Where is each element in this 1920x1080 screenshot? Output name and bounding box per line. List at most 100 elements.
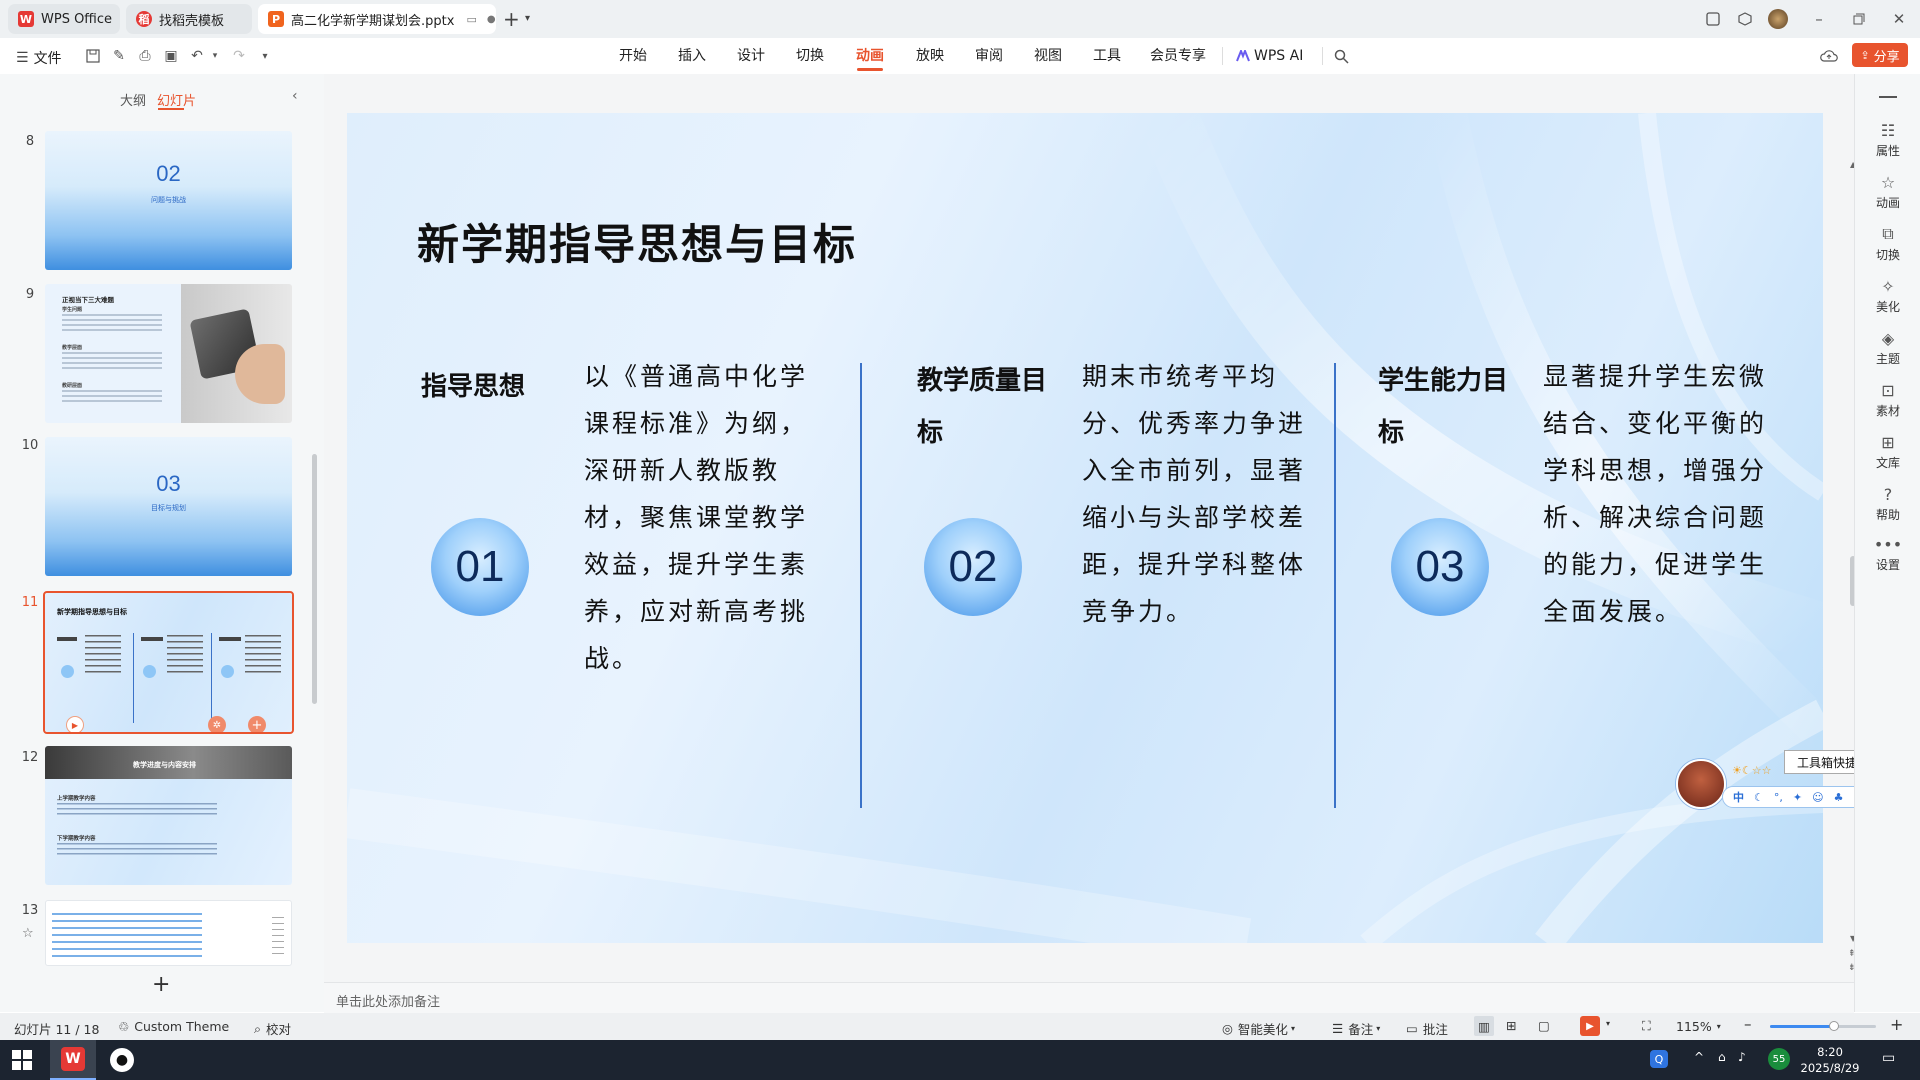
slide-thumbnail-9[interactable]: 正视当下三大难题 学生问题 教学层面 教研层面 xyxy=(45,284,292,423)
chevron-down-icon[interactable]: ▾ xyxy=(1606,1019,1610,1028)
cube-icon[interactable] xyxy=(1734,8,1756,30)
panel-scrollbar[interactable] xyxy=(312,454,317,704)
column-heading-3[interactable]: 学生能力目标 xyxy=(1378,355,1528,459)
column-body-2[interactable]: 期末市统考平均分、优秀率力争进入全市前列，显著缩小与头部学校差距，提升学科整体竞… xyxy=(1082,353,1310,635)
sidebar-item-properties[interactable]: ☷ 属性 xyxy=(1855,120,1920,159)
tray-app-icon[interactable]: Q xyxy=(1650,1050,1668,1068)
tab-home[interactable]: 开始 xyxy=(619,48,647,64)
network-icon[interactable]: ⌂ xyxy=(1718,1050,1726,1064)
tab-wps-ai[interactable]: WPS AI xyxy=(1254,48,1303,64)
search-icon[interactable] xyxy=(1332,47,1350,65)
slide-thumbnail-13[interactable] xyxy=(45,900,292,966)
tab-document[interactable]: P 高二化学新学期谋划会.pptx ▭ ● xyxy=(258,4,496,34)
theme-indicator[interactable]: ♲ Custom Theme xyxy=(118,1019,229,1034)
tab-slideshow[interactable]: 放映 xyxy=(916,48,944,64)
zoom-slider-thumb[interactable] xyxy=(1828,1021,1839,1031)
save-icon[interactable] xyxy=(84,47,102,65)
tab-list-chevron-icon[interactable]: ▾ xyxy=(525,13,530,24)
zoom-level[interactable]: 115% ▾ xyxy=(1676,1019,1721,1034)
column-heading-2[interactable]: 教学质量目标 xyxy=(917,355,1067,459)
slide-thumbnail-10[interactable]: 03 目标与规划 xyxy=(45,437,292,576)
temperature-badge[interactable]: 55 xyxy=(1768,1048,1790,1070)
sidebar-item-settings[interactable]: ••• 设置 xyxy=(1855,534,1920,573)
normal-view-icon[interactable]: ▥ xyxy=(1474,1016,1494,1036)
undo-chevron-icon[interactable]: ▾ xyxy=(206,47,224,65)
smart-beautify-button[interactable]: ◎ 智能美化 ▾ xyxy=(1222,1019,1295,1038)
cloud-upload-icon[interactable] xyxy=(1820,47,1838,65)
slide-thumbnail-8[interactable]: 02 问题与挑战 xyxy=(45,131,292,270)
add-slide-icon[interactable]: + xyxy=(248,716,266,732)
unsaved-dot-icon[interactable]: ● xyxy=(487,14,496,25)
slide-canvas[interactable]: 新学期指导思想与目标 指导思想 01 以《普通高中化学课程标准》为纲，深研新人教… xyxy=(347,113,1823,943)
zoom-out-icon[interactable]: – xyxy=(1744,1015,1752,1033)
sorter-view-icon[interactable]: ⊞ xyxy=(1506,1018,1516,1033)
zoom-in-icon[interactable]: + xyxy=(1890,1015,1903,1034)
new-tab-button[interactable]: + xyxy=(503,9,520,29)
punctuation-icon[interactable]: °, xyxy=(1774,791,1783,804)
tab-member[interactable]: 会员专享 xyxy=(1150,48,1206,64)
avatar[interactable] xyxy=(1768,9,1788,29)
tray-expand-icon[interactable]: ^ xyxy=(1694,1050,1704,1064)
tab-review[interactable]: 审阅 xyxy=(975,48,1003,64)
notes-placeholder[interactable]: 单击此处添加备注 xyxy=(336,991,440,1010)
tab-design[interactable]: 设计 xyxy=(737,48,765,64)
file-menu[interactable]: ☰ 文件 xyxy=(16,48,62,68)
format-painter-icon[interactable]: ✎ xyxy=(110,47,128,65)
customize-chevron-icon[interactable]: ▾ xyxy=(256,47,274,65)
add-slide-button[interactable]: + xyxy=(152,972,170,997)
tab-insert[interactable]: 插入 xyxy=(678,48,706,64)
redo-icon[interactable]: ↷ xyxy=(230,47,248,65)
collapse-panel-icon[interactable]: ‹ xyxy=(292,88,298,104)
sidebar-item-material[interactable]: ⊡ 素材 xyxy=(1855,380,1920,419)
slide-star-icon[interactable]: ☆ xyxy=(22,926,34,941)
emoji-icon[interactable]: ☺ xyxy=(1812,791,1823,804)
sidebar-item-transition[interactable]: ⧉ 切换 xyxy=(1855,224,1920,263)
ime-mode-label[interactable]: 中 xyxy=(1733,789,1744,805)
print-icon[interactable]: ⎙ xyxy=(136,47,154,65)
slide-thumbnail-12[interactable]: 教学进度与内容安排 上学期教学内容 下学期教学内容 xyxy=(45,746,292,885)
sidebar-item-theme[interactable]: ◈ 主题 xyxy=(1855,328,1920,367)
reading-view-icon[interactable]: ▢ xyxy=(1538,1018,1550,1033)
collapse-sidebar-icon[interactable] xyxy=(1879,96,1897,98)
proofread-button[interactable]: ⌕ 校对 xyxy=(254,1019,291,1038)
notes-area[interactable]: 单击此处添加备注 xyxy=(324,982,1854,1014)
notification-icon[interactable]: ▭ xyxy=(1882,1050,1895,1066)
zoom-slider[interactable] xyxy=(1770,1021,1876,1031)
tab-animation[interactable]: 动画 xyxy=(856,48,884,64)
close-icon[interactable]: ✕ xyxy=(1888,8,1910,30)
layout-icon[interactable] xyxy=(1702,8,1724,30)
windows-start-icon[interactable] xyxy=(12,1050,32,1070)
share-button[interactable]: ⇪ 分享 xyxy=(1852,43,1908,67)
sidebar-item-beautify[interactable]: ✧ 美化 xyxy=(1855,276,1920,315)
column-body-3[interactable]: 显著提升学生宏微结合、变化平衡的学科思想，增强分析、解决综合问题的能力，促进学生… xyxy=(1543,353,1771,635)
sidebar-item-library[interactable]: ⊞ 文库 xyxy=(1855,432,1920,471)
print-preview-icon[interactable]: ▣ xyxy=(162,47,180,65)
sidebar-item-help[interactable]: ? 帮助 xyxy=(1855,484,1920,523)
fit-window-icon[interactable]: ⛶ xyxy=(1642,1018,1651,1034)
skin-icon[interactable]: ♣ xyxy=(1834,791,1844,804)
tab-docer[interactable]: 稻 找稻壳模板 xyxy=(126,4,252,34)
volume-icon[interactable]: ♪ xyxy=(1738,1050,1746,1064)
comment-button[interactable]: ▭ 批注 xyxy=(1406,1019,1448,1038)
column-body-1[interactable]: 以《普通高中化学课程标准》为纲，深研新人教版教材，聚焦课堂教学效益，提升学生素养… xyxy=(584,353,812,682)
clock[interactable]: 8:20 2025/8/29 xyxy=(1800,1044,1860,1076)
tab-tools[interactable]: 工具 xyxy=(1093,48,1121,64)
taskbar-wps-app[interactable]: W xyxy=(50,1040,96,1080)
play-from-slide-icon[interactable]: ▶ xyxy=(66,716,84,732)
tab-view[interactable]: 视图 xyxy=(1034,48,1062,64)
beautify-slide-icon[interactable]: ✲ xyxy=(208,716,226,732)
moon-icon[interactable]: ☾ xyxy=(1754,791,1764,804)
tab-transition[interactable]: 切换 xyxy=(796,48,824,64)
minimize-icon[interactable]: – xyxy=(1808,8,1830,30)
undo-icon[interactable]: ↶ xyxy=(188,47,206,65)
sidebar-item-animation[interactable]: ☆ 动画 xyxy=(1855,172,1920,211)
outline-tab[interactable]: 大纲 xyxy=(120,90,146,109)
slide-title[interactable]: 新学期指导思想与目标 xyxy=(417,211,857,272)
assistant-avatar[interactable] xyxy=(1676,759,1726,809)
slide-thumbnail-11[interactable]: 新学期指导思想与目标 ▶ ✲ + xyxy=(45,593,292,732)
column-heading-1[interactable]: 指导思想 xyxy=(421,361,561,413)
play-slideshow-icon[interactable]: ▶ xyxy=(1580,1016,1600,1036)
monitor-icon[interactable]: ▭ xyxy=(466,13,476,26)
restore-icon[interactable] xyxy=(1848,8,1870,30)
wrench-icon[interactable]: ✦ xyxy=(1793,791,1802,804)
